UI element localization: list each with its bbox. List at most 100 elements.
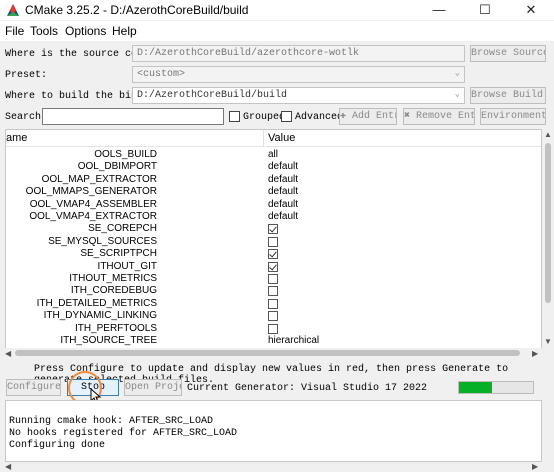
table-row[interactable]: ITHOUT_METRICS	[6, 273, 541, 285]
variable-checkbox[interactable]	[268, 224, 278, 235]
table-header: ame Value	[6, 130, 541, 147]
variable-name: SE_COREPCH	[88, 223, 157, 235]
cache-variables-table: ame Value OOLS_BUILD all OOL_DBIMPORT defau…	[5, 129, 542, 349]
variable-name-cell: ITHOUT_METRICS	[6, 273, 263, 285]
variable-name: OOL_MMAPS_GENERATOR	[25, 186, 157, 198]
variable-checkbox[interactable]	[268, 274, 278, 284]
scroll-down-icon[interactable]: ▼	[544, 337, 552, 346]
variable-value[interactable]: default	[268, 174, 298, 186]
variable-name: ITH_SOURCE_TREE	[60, 335, 157, 346]
window-title: CMake 3.25.2 - D:/AzerothCoreBuild/build	[25, 3, 249, 17]
variable-value[interactable]: all	[268, 149, 278, 161]
variable-value[interactable]: default	[268, 199, 298, 211]
variable-name: ITH_DYNAMIC_LINKING	[43, 310, 157, 322]
close-button[interactable]: ✕	[508, 0, 554, 20]
variable-name-cell: ITH_DETAILED_METRICS	[6, 298, 263, 310]
table-row[interactable]: SE_COREPCH	[6, 223, 541, 235]
variable-checkbox[interactable]	[268, 236, 278, 247]
variable-name-cell: ITH_PERFTOOLS	[6, 323, 263, 335]
open-project-button[interactable]: Open Project	[124, 379, 182, 396]
variable-name-cell: OOL_MAP_EXTRACTOR	[6, 174, 263, 186]
search-input[interactable]	[42, 108, 224, 125]
table-row[interactable]: SE_SCRIPTPCH	[6, 248, 541, 260]
environment-button[interactable]: Environment...	[480, 108, 546, 125]
configure-button[interactable]: Configure	[6, 379, 61, 396]
menu-bar: File Tools Options Help	[0, 21, 554, 41]
variable-checkbox[interactable]	[268, 298, 278, 309]
chevron-down-icon: ⌄	[454, 68, 460, 78]
table-row[interactable]: ITH_DETAILED_METRICS	[6, 298, 541, 310]
variable-value[interactable]: hierarchical	[268, 335, 319, 347]
table-row[interactable]: SE_MYSQL_SOURCES	[6, 235, 541, 248]
menu-options[interactable]: Options	[65, 24, 106, 38]
cmake-logo-icon	[7, 4, 19, 16]
scroll-left-icon[interactable]: ◀	[5, 462, 11, 471]
value-column-header[interactable]: Value	[268, 132, 295, 144]
remove-entry-label: Remove Entry	[416, 111, 474, 122]
add-entry-label: Add Entry	[352, 111, 396, 122]
scrollbar-thumb[interactable]	[15, 350, 520, 356]
chevron-down-icon: ⌄	[454, 89, 460, 99]
table-horizontal-scrollbar[interactable]: ◀ ▶	[5, 348, 542, 358]
table-row[interactable]: OOL_VMAP4_ASSEMBLER default	[6, 198, 541, 211]
table-row[interactable]: ITHOUT_GIT	[6, 261, 541, 273]
advanced-checkbox[interactable]	[281, 111, 292, 122]
scroll-right-icon[interactable]: ▶	[532, 462, 538, 471]
scroll-right-icon[interactable]: ▶	[532, 349, 538, 358]
scroll-left-icon[interactable]: ◀	[5, 349, 11, 358]
table-vertical-scrollbar[interactable]: ▲ ▼	[542, 129, 554, 349]
remove-icon: ✖	[404, 111, 411, 122]
maximize-button[interactable]: ☐	[462, 0, 508, 20]
table-row[interactable]: ITH_DYNAMIC_LINKING	[6, 310, 541, 322]
add-entry-button[interactable]: ✚ Add Entry	[339, 108, 397, 125]
log-line: Configuring done	[9, 440, 106, 451]
output-log[interactable]: Running cmake hook: AFTER_SRC_LOAD No ho…	[5, 400, 542, 462]
variable-checkbox[interactable]	[268, 249, 278, 260]
build-path-combo[interactable]: D:/AzerothCoreBuild/build ⌄	[132, 87, 465, 104]
menu-tools[interactable]: Tools	[30, 24, 58, 38]
variable-value[interactable]: default	[268, 211, 298, 223]
table-row[interactable]: OOLS_BUILD all	[6, 149, 541, 161]
variable-name-cell: OOL_MMAPS_GENERATOR	[6, 186, 263, 198]
browse-build-button[interactable]: Browse Build...	[470, 87, 546, 104]
table-row[interactable]: OOL_MMAPS_GENERATOR default	[6, 186, 541, 198]
variable-name: OOLS_BUILD	[94, 149, 157, 160]
source-path-field[interactable]: D:/AzerothCoreBuild/azerothcore-wotlk	[132, 45, 465, 62]
minimize-button[interactable]: —	[416, 0, 462, 20]
table-row[interactable]: ITH_SOURCE_TREE hierarchical	[6, 335, 541, 347]
name-column-header[interactable]: ame	[6, 132, 27, 144]
variable-name: ITHOUT_METRICS	[69, 273, 157, 284]
table-row[interactable]: OOL_MAP_EXTRACTOR default	[6, 174, 541, 186]
variable-value[interactable]: default	[268, 186, 298, 198]
output-horizontal-scrollbar[interactable]: ◀ ▶	[5, 462, 542, 471]
variable-name-cell: SE_COREPCH	[6, 223, 263, 235]
table-row[interactable]: OOL_DBIMPORT default	[6, 161, 541, 173]
column-divider	[263, 130, 264, 147]
log-line: No hooks registered for AFTER_SRC_LOAD	[9, 428, 238, 439]
grouped-label: Grouped	[243, 112, 286, 123]
menu-help[interactable]: Help	[112, 24, 137, 38]
variable-checkbox[interactable]	[268, 311, 278, 322]
browse-source-button[interactable]: Browse Source...	[470, 45, 546, 62]
variable-value[interactable]: default	[268, 161, 298, 173]
table-row[interactable]: ITH_COREDEBUG	[6, 285, 541, 297]
scroll-up-icon[interactable]: ▲	[544, 130, 552, 139]
variable-checkbox[interactable]	[268, 286, 278, 297]
grouped-checkbox[interactable]	[229, 111, 240, 122]
variable-name: OOL_VMAP4_ASSEMBLER	[29, 198, 157, 210]
variable-name: SE_MYSQL_SOURCES	[48, 235, 157, 247]
search-label: Search:	[5, 112, 48, 123]
variable-checkbox[interactable]	[268, 261, 278, 272]
remove-entry-button[interactable]: ✖ Remove Entry	[403, 108, 475, 125]
variable-checkbox[interactable]	[268, 323, 278, 334]
variable-name: ITH_COREDEBUG	[70, 285, 157, 297]
table-row[interactable]: ITH_PERFTOOLS	[6, 323, 541, 335]
advanced-label: Advanced	[295, 112, 344, 123]
preset-dropdown[interactable]: <custom> ⌄	[132, 66, 465, 83]
menu-file[interactable]: File	[5, 24, 24, 38]
table-row[interactable]: OOL_VMAP4_EXTRACTOR default	[6, 211, 541, 223]
plus-icon: ✚	[340, 111, 347, 122]
progress-bar	[458, 381, 534, 394]
scrollbar-thumb[interactable]	[545, 143, 551, 303]
variable-name-cell: OOL_VMAP4_EXTRACTOR	[6, 211, 263, 223]
